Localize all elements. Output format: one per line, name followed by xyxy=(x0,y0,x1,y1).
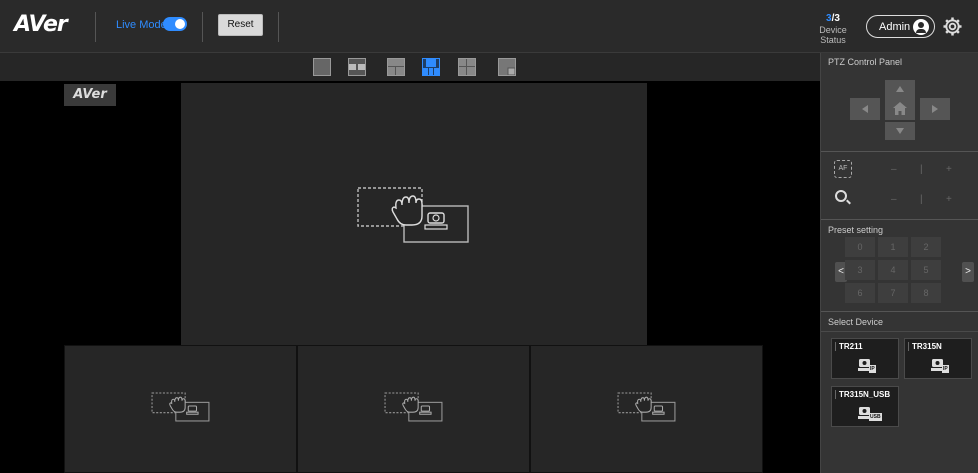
device-type-tag: IP xyxy=(869,365,876,373)
preset-3-button[interactable]: 3 xyxy=(845,260,875,280)
layout-two-view-button[interactable] xyxy=(348,58,366,76)
right-arrow-icon xyxy=(932,105,938,113)
drag-camera-icon xyxy=(617,392,676,422)
preset-1-button[interactable]: 1 xyxy=(878,237,908,257)
device-card-tr315n-usb[interactable]: TR315N_USB USB xyxy=(831,386,899,427)
preset-5-button[interactable]: 5 xyxy=(911,260,941,280)
preset-next-button[interactable]: > xyxy=(962,262,974,282)
sub-view-tile[interactable] xyxy=(64,345,297,473)
select-device-title: Select Device xyxy=(828,317,884,327)
device-name: TR211 xyxy=(839,342,863,351)
drag-camera-icon xyxy=(384,392,443,422)
device-status[interactable]: 3/3 Device Status xyxy=(806,13,860,45)
gear-icon[interactable] xyxy=(943,17,962,36)
preset-7-button[interactable]: 7 xyxy=(878,283,908,303)
device-card-tr315n[interactable]: TR315N IP xyxy=(904,338,972,379)
ptz-home-button[interactable] xyxy=(885,98,915,120)
preset-title: Preset setting xyxy=(828,225,884,235)
ptz-down-button[interactable] xyxy=(885,122,915,140)
device-count: 3/3 xyxy=(826,13,840,24)
admin-user-button[interactable]: Admin xyxy=(866,15,935,38)
auto-focus-button[interactable]: AF xyxy=(834,160,852,178)
live-mode-label: Live Mode xyxy=(116,19,167,31)
focus-plus-button[interactable]: + xyxy=(946,164,952,175)
drag-camera-icon xyxy=(151,392,210,422)
left-arrow-icon xyxy=(862,105,868,113)
divider xyxy=(202,12,203,42)
aver-logo: AVer xyxy=(14,12,68,37)
preset-6-button[interactable]: 6 xyxy=(845,283,875,303)
admin-label: Admin xyxy=(879,21,911,33)
toggle-knob xyxy=(175,19,185,29)
divider xyxy=(278,12,279,42)
focus-minus-button[interactable]: – xyxy=(891,164,897,175)
preset-2-button[interactable]: 2 xyxy=(911,237,941,257)
device-card-tr211[interactable]: TR211 IP xyxy=(831,338,899,379)
divider xyxy=(821,219,978,220)
divider xyxy=(95,12,96,42)
preset-grid: 0 1 2 3 4 5 6 7 8 xyxy=(845,237,953,309)
top-bar: AVer Live Mode Reset 3/3 Device Status A… xyxy=(0,0,978,53)
aver-watermark: AVer xyxy=(64,84,116,106)
layout-single-view-button[interactable] xyxy=(313,58,331,76)
zoom-icon xyxy=(835,190,847,202)
divider xyxy=(821,151,978,152)
ptz-up-button[interactable] xyxy=(885,80,915,98)
live-mode-toggle[interactable] xyxy=(163,17,187,31)
card-marker xyxy=(908,342,909,351)
device-type-tag: USB xyxy=(869,413,882,421)
user-circle-icon xyxy=(913,19,929,35)
ptz-panel-title: PTZ Control Panel xyxy=(828,57,903,67)
home-icon xyxy=(893,102,907,115)
preset-0-button[interactable]: 0 xyxy=(845,237,875,257)
reset-button[interactable]: Reset xyxy=(218,14,263,36)
layout-three-view-button[interactable] xyxy=(387,58,405,76)
preset-4-button[interactable]: 4 xyxy=(878,260,908,280)
down-arrow-icon xyxy=(896,128,904,134)
control-panel: PTZ Control Panel AF – | + – | + Preset … xyxy=(820,53,978,473)
zoom-plus-button[interactable]: + xyxy=(946,194,952,205)
main-view-tile[interactable] xyxy=(181,83,647,345)
camera-view-area: AVer xyxy=(0,81,820,473)
device-name: TR315N_USB xyxy=(839,390,891,399)
layout-one-plus-three-button[interactable] xyxy=(422,58,440,76)
ptz-right-button[interactable] xyxy=(920,98,950,120)
focus-divider: | xyxy=(920,164,923,175)
sub-view-tile[interactable] xyxy=(297,345,530,473)
card-marker xyxy=(835,390,836,399)
zoom-minus-button[interactable]: – xyxy=(891,194,897,205)
device-name: TR315N xyxy=(912,342,942,351)
divider xyxy=(821,331,978,332)
up-arrow-icon xyxy=(896,86,904,92)
layout-four-view-button[interactable] xyxy=(458,58,476,76)
layout-bar xyxy=(0,53,820,81)
sub-view-tile[interactable] xyxy=(530,345,763,473)
zoom-divider: | xyxy=(920,194,923,205)
card-marker xyxy=(835,342,836,351)
preset-8-button[interactable]: 8 xyxy=(911,283,941,303)
divider xyxy=(821,311,978,312)
drag-camera-icon xyxy=(357,187,469,243)
ptz-left-button[interactable] xyxy=(850,98,880,120)
device-status-label: Device Status xyxy=(819,25,847,45)
layout-pip-button[interactable] xyxy=(498,58,516,76)
device-type-tag: IP xyxy=(942,365,949,373)
